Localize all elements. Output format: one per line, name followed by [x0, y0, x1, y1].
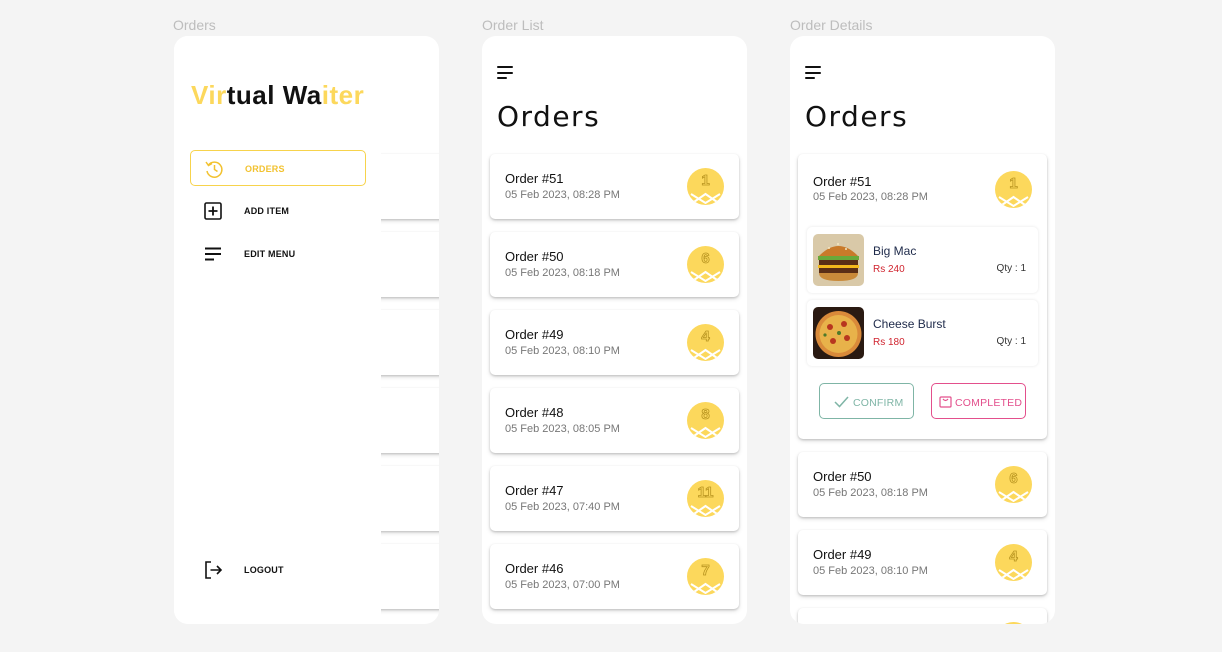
- page-title: Orders: [805, 100, 909, 133]
- order-details-screen: Orders Order #51 05 Feb 2023, 08:28 PM 1…: [790, 36, 1055, 624]
- order-card[interactable]: Order #49 05 Feb 2023, 08:10 PM 4: [490, 310, 739, 375]
- order-date: 05 Feb 2023, 08:28 PM: [813, 191, 928, 203]
- history-icon: [205, 161, 223, 178]
- brand-part: Vir: [191, 80, 227, 110]
- plus-square-icon: [204, 202, 222, 220]
- logout-icon: [205, 561, 223, 579]
- order-card[interactable]: Order #49 05 Feb 2023, 08:10 PM 4: [798, 530, 1047, 595]
- item-name: Big Mac: [873, 244, 917, 258]
- drawer-screen: 1 6 4 8 11 7 Virtual Waiter ORDERS ADD I…: [174, 36, 439, 624]
- menu-label: ADD ITEM: [244, 206, 290, 216]
- order-id: Order #46: [505, 561, 564, 576]
- table-badge-icon: 8: [687, 402, 724, 439]
- order-card[interactable]: Order #51 05 Feb 2023, 08:28 PM 1: [490, 154, 739, 219]
- table-number: 11: [697, 484, 714, 502]
- menu-icon[interactable]: [805, 66, 823, 80]
- order-date: 05 Feb 2023, 08:10 PM: [505, 345, 620, 357]
- button-label: CONFIRM: [853, 397, 904, 409]
- table-number: 4: [1009, 548, 1018, 566]
- order-id: Order #49: [505, 327, 564, 342]
- order-date: 05 Feb 2023, 08:10 PM: [813, 565, 928, 577]
- menu-item-add-item[interactable]: ADD ITEM: [190, 193, 366, 229]
- order-card[interactable]: Order #46 05 Feb 2023, 07:00 PM 7: [490, 544, 739, 609]
- table-badge-icon: 6: [995, 466, 1032, 503]
- order-id: Order #51: [505, 171, 564, 186]
- table-number: 7: [701, 562, 710, 580]
- item-price: Rs 240: [873, 264, 905, 275]
- order-id: Order #51: [813, 174, 872, 189]
- order-detail-card[interactable]: Order #51 05 Feb 2023, 08:28 PM 1 Big Ma…: [798, 154, 1047, 439]
- brand-part: iter: [321, 80, 365, 110]
- brand-logo: Virtual Waiter: [191, 80, 364, 111]
- table-number: 1: [1009, 175, 1018, 193]
- confirm-button[interactable]: CONFIRM: [819, 383, 914, 419]
- order-id: Order #50: [813, 469, 872, 484]
- order-list-screen: Orders Order #51 05 Feb 2023, 08:28 PM 1…: [482, 36, 747, 624]
- menu-item-logout[interactable]: LOGOUT: [190, 552, 366, 588]
- table-badge-icon: 1: [687, 168, 724, 205]
- completed-button[interactable]: COMPLETED: [931, 383, 1026, 419]
- order-date: 05 Feb 2023, 08:18 PM: [505, 267, 620, 279]
- menu-icon[interactable]: [497, 66, 515, 80]
- item-name: Cheese Burst: [873, 317, 946, 331]
- order-item: Cheese Burst Rs 180 Qty : 1: [807, 300, 1038, 366]
- order-card[interactable]: Order #50 05 Feb 2023, 08:18 PM 6: [798, 452, 1047, 517]
- menu-label: EDIT MENU: [244, 249, 296, 259]
- menu-label: LOGOUT: [244, 565, 284, 575]
- order-card[interactable]: Order #50 05 Feb 2023, 08:18 PM 6: [490, 232, 739, 297]
- button-label: COMPLETED: [955, 397, 1023, 409]
- order-id: Order #50: [505, 249, 564, 264]
- brand-part: t: [226, 80, 236, 110]
- table-badge-icon: 11: [687, 480, 724, 517]
- pizza-image: [813, 307, 864, 359]
- menu-item-orders[interactable]: ORDERS: [190, 150, 366, 186]
- navigation-drawer: Virtual Waiter ORDERS ADD ITEM EDIT MENU…: [174, 36, 381, 624]
- order-id: Order #47: [505, 483, 564, 498]
- order-date: 05 Feb 2023, 07:40 PM: [505, 501, 620, 513]
- order-date: 05 Feb 2023, 08:05 PM: [505, 423, 620, 435]
- table-number: 1: [701, 172, 710, 190]
- burger-image: [813, 234, 864, 286]
- order-id: Order #48: [505, 405, 564, 420]
- menu-item-edit-menu[interactable]: EDIT MENU: [190, 236, 366, 272]
- table-badge-icon: 4: [995, 544, 1032, 581]
- table-number: 6: [1009, 470, 1018, 488]
- table-badge-icon: 4: [687, 324, 724, 361]
- table-number: 6: [701, 250, 710, 268]
- menu-label: ORDERS: [245, 164, 285, 174]
- table-badge-icon: 7: [687, 558, 724, 595]
- list-icon: [205, 247, 221, 261]
- order-date: 05 Feb 2023, 07:00 PM: [505, 579, 620, 591]
- table-number: 8: [701, 406, 710, 424]
- frame-label-orders: Orders: [173, 17, 216, 33]
- table-badge-icon: [995, 622, 1032, 624]
- brand-part: ual: [235, 80, 283, 110]
- item-qty: Qty : 1: [996, 263, 1026, 274]
- check-icon: [834, 396, 849, 408]
- order-card[interactable]: Order #47 05 Feb 2023, 07:40 PM 11: [490, 466, 739, 531]
- frame-label-order-list: Order List: [482, 17, 544, 33]
- order-date: 05 Feb 2023, 08:28 PM: [505, 189, 620, 201]
- background-order-list: 1 6 4 8 11 7: [316, 36, 439, 624]
- order-item: Big Mac Rs 240 Qty : 1: [807, 227, 1038, 293]
- bag-icon: [939, 396, 952, 408]
- order-id: Order #49: [813, 547, 872, 562]
- order-date: 05 Feb 2023, 08:18 PM: [813, 487, 928, 499]
- table-number: 4: [701, 328, 710, 346]
- frame-label-order-details: Order Details: [790, 17, 873, 33]
- order-card[interactable]: [798, 608, 1047, 624]
- table-badge-icon: 1: [995, 171, 1032, 208]
- brand-part: Wa: [282, 80, 322, 110]
- order-card[interactable]: Order #48 05 Feb 2023, 08:05 PM 8: [490, 388, 739, 453]
- page-title: Orders: [497, 100, 601, 133]
- table-badge-icon: 6: [687, 246, 724, 283]
- item-price: Rs 180: [873, 337, 905, 348]
- item-qty: Qty : 1: [996, 336, 1026, 347]
